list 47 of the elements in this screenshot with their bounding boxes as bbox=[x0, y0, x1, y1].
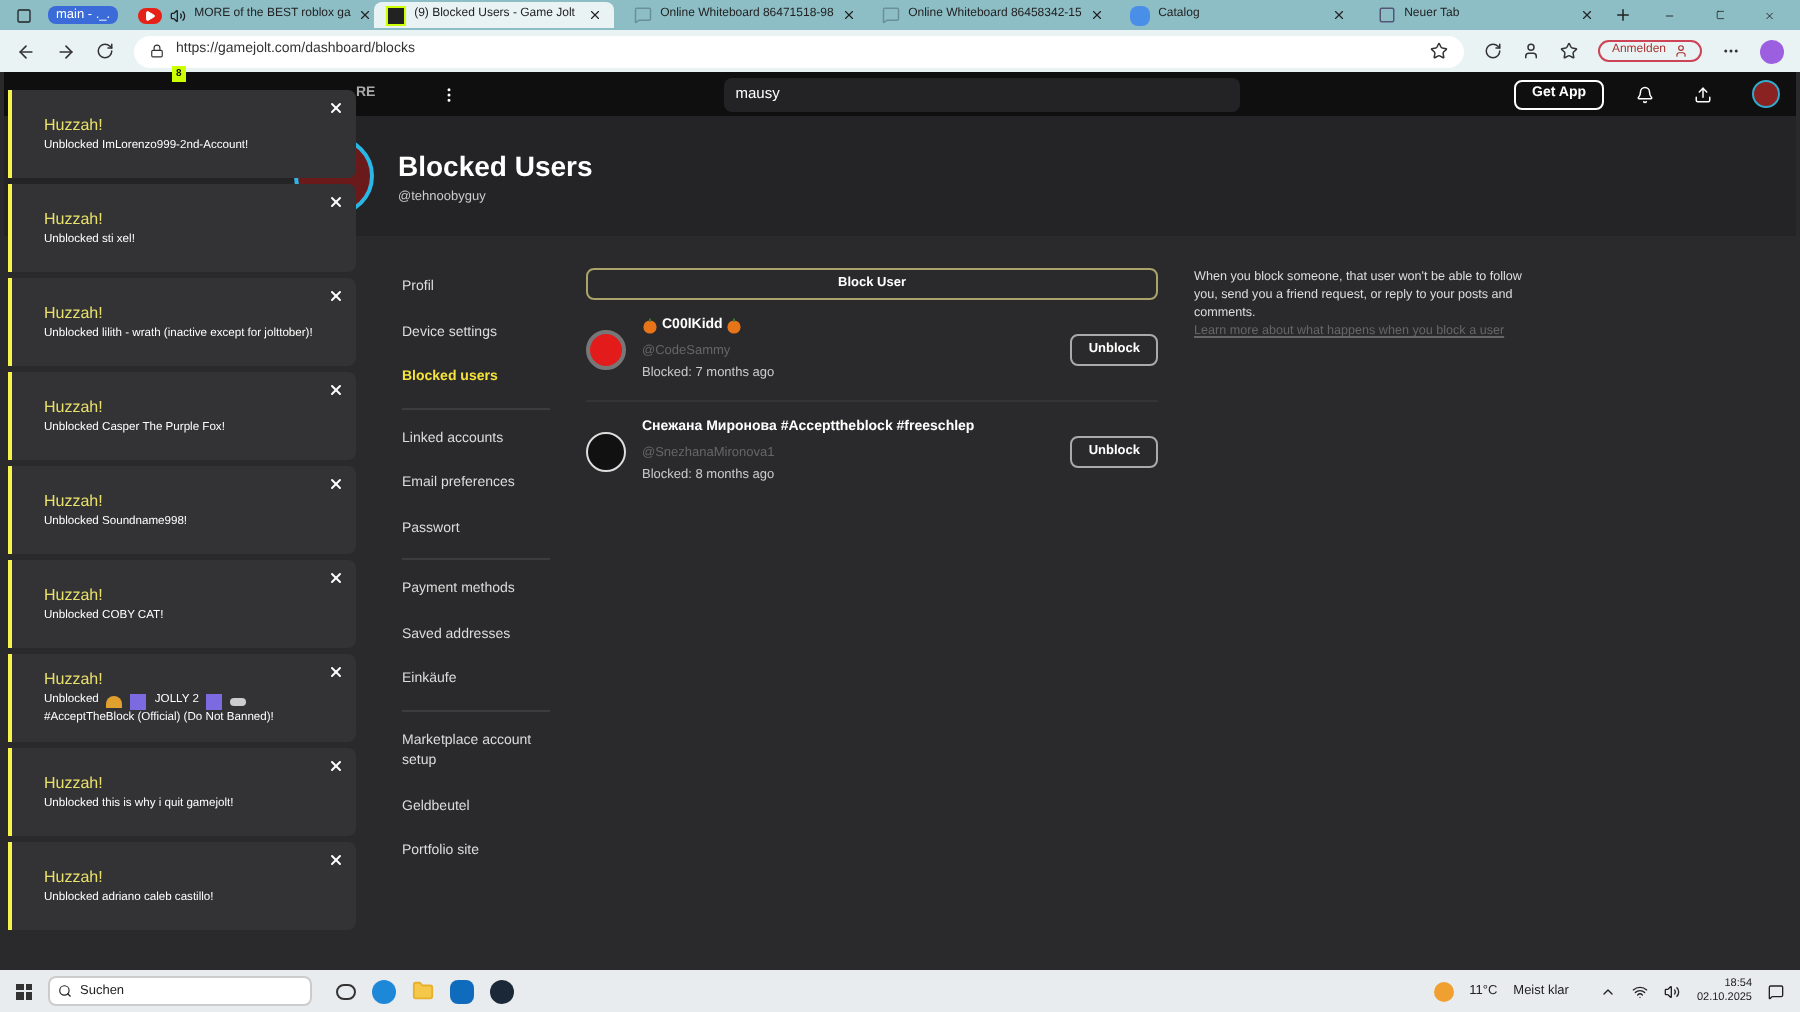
toast-title: Huzzah! bbox=[44, 865, 105, 889]
burger-icon bbox=[106, 695, 123, 707]
toast-title: Huzzah! bbox=[44, 207, 105, 231]
close-icon[interactable] bbox=[1580, 8, 1595, 22]
toast-title: Huzzah! bbox=[44, 113, 105, 137]
lock-icon bbox=[150, 44, 164, 58]
person-icon bbox=[1674, 44, 1688, 58]
close-icon[interactable] bbox=[358, 8, 373, 22]
toast-title: Huzzah! bbox=[44, 395, 105, 419]
avatar bbox=[586, 432, 626, 472]
toast-title: Huzzah! bbox=[44, 301, 105, 325]
speaker-icon bbox=[170, 7, 187, 23]
video-icon bbox=[138, 7, 163, 23]
avatar bbox=[586, 330, 626, 370]
weather-icon bbox=[1433, 981, 1454, 1001]
chat-icon bbox=[882, 6, 901, 24]
new-tab-icon[interactable] bbox=[1614, 6, 1633, 24]
pumpkin-icon bbox=[642, 318, 658, 335]
maximize-icon[interactable] bbox=[1715, 8, 1725, 22]
toast-title: Huzzah! bbox=[44, 668, 105, 692]
forward-icon[interactable] bbox=[56, 41, 76, 61]
reload-icon[interactable] bbox=[96, 42, 114, 60]
window-icon bbox=[16, 7, 32, 23]
toast-title: Huzzah! bbox=[44, 489, 105, 513]
start-icon[interactable] bbox=[16, 983, 32, 999]
task-view-icon[interactable] bbox=[336, 983, 356, 999]
profiles-icon[interactable] bbox=[1521, 42, 1540, 60]
upload-icon[interactable] bbox=[1694, 85, 1712, 103]
wifi-icon[interactable] bbox=[1632, 983, 1649, 999]
pumpkin-icon bbox=[726, 318, 743, 335]
toast-title: Huzzah! bbox=[44, 583, 105, 607]
back-icon[interactable] bbox=[16, 41, 36, 61]
page-icon bbox=[1378, 6, 1397, 24]
favorite-icon[interactable] bbox=[1429, 42, 1448, 60]
user-avatar[interactable] bbox=[1752, 80, 1780, 108]
volume-icon[interactable] bbox=[1664, 983, 1681, 999]
search-icon bbox=[58, 984, 72, 998]
close-icon[interactable] bbox=[1089, 8, 1104, 22]
toast-title: Huzzah! bbox=[44, 771, 105, 795]
chat-icon bbox=[634, 6, 653, 24]
page-title: Blocked Users bbox=[398, 147, 593, 186]
favorites-icon[interactable] bbox=[1559, 42, 1578, 60]
notifications-icon[interactable] bbox=[1636, 85, 1654, 103]
close-icon[interactable] bbox=[841, 8, 856, 22]
close-icon[interactable] bbox=[588, 8, 603, 22]
notifications-icon[interactable] bbox=[1768, 983, 1784, 999]
close-icon[interactable] bbox=[1332, 8, 1347, 22]
